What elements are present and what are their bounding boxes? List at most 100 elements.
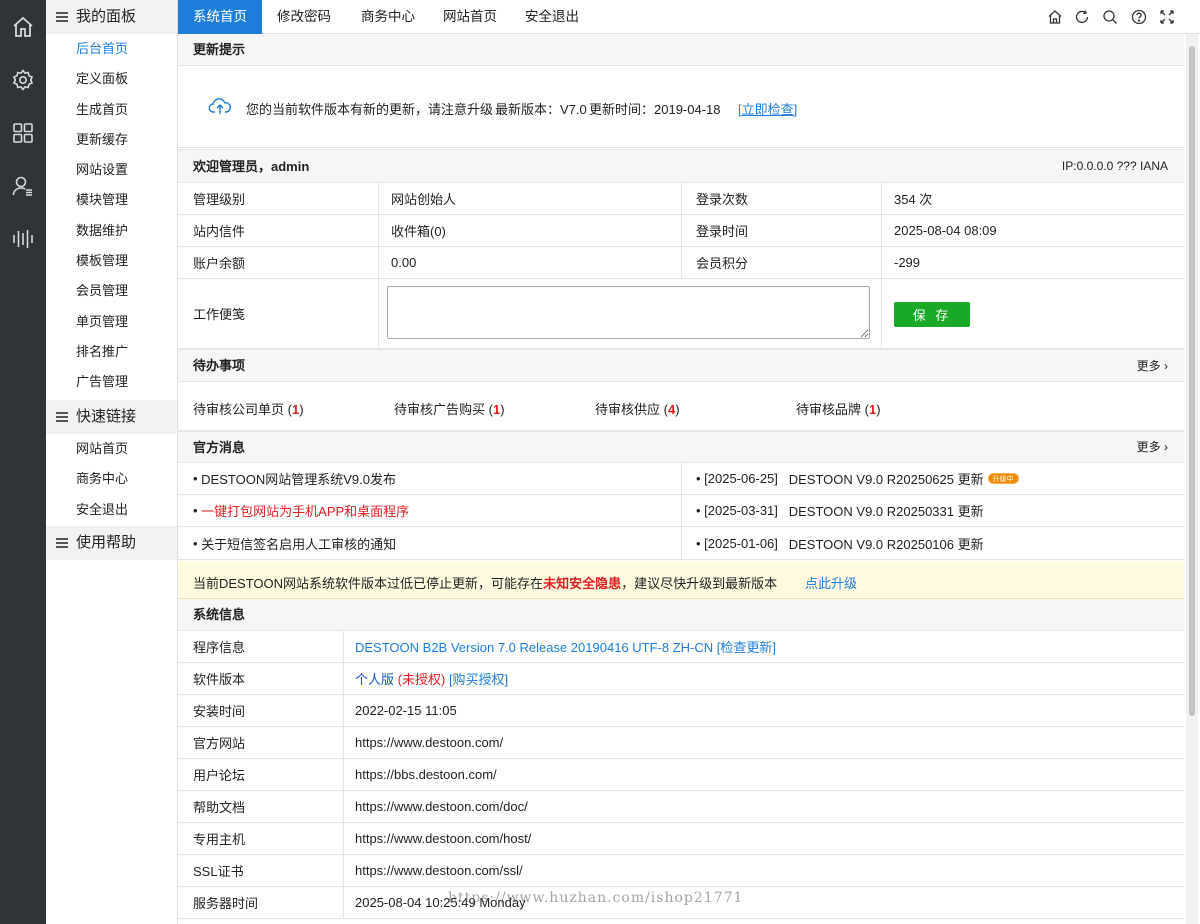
menu-group-help[interactable]: 使用帮助 xyxy=(46,526,177,560)
todo-title: 待办事项 xyxy=(193,358,246,373)
menu-item-logout[interactable]: 安全退出 xyxy=(46,495,177,525)
cloud-upload-icon xyxy=(208,96,232,116)
sysinfo-label: SSL证书 xyxy=(193,864,244,879)
section-news: 官方消息 更多 › xyxy=(178,431,1184,463)
menu-item-business-center[interactable]: 商务中心 xyxy=(46,464,177,494)
section-todo: 待办事项 更多 › xyxy=(178,349,1184,382)
sysinfo-value: 2022-02-15 11:05 xyxy=(355,703,457,718)
help-icon[interactable] xyxy=(1131,9,1147,25)
scrollbar-thumb[interactable] xyxy=(1189,46,1195,716)
table-row: 帮助文档 https://www.destoon.com/doc/ xyxy=(178,791,1184,823)
list-icon xyxy=(56,12,68,22)
todo-count: 1 xyxy=(492,402,501,417)
ssl-link[interactable]: https://www.destoon.com/ssl/ xyxy=(340,855,1180,886)
save-button[interactable]: 保 存 xyxy=(894,302,970,327)
table-row: 专用主机 https://www.destoon.com/host/ xyxy=(178,823,1184,855)
inbox-link[interactable]: 收件箱(0) xyxy=(376,215,676,246)
todo-item[interactable]: 待审核公司单页 (1) xyxy=(193,399,304,418)
menu-item-ad-manage[interactable]: 广告管理 xyxy=(46,367,177,397)
menu-item-ranking-promo[interactable]: 排名推广 xyxy=(46,337,177,367)
todo-item[interactable]: 待审核品牌 (1) xyxy=(796,399,881,418)
todo-label: 待审核公司单页 xyxy=(193,402,285,417)
update-message: 您的当前软件版本有新的更新，请注意升级 xyxy=(246,102,494,117)
todo-more-link[interactable]: 更多 › xyxy=(1137,350,1168,382)
news-item[interactable]: • DESTOON网站管理系统V9.0发布 xyxy=(178,463,678,494)
warning-text: 当前DESTOON网站系统软件版本过低已停止更新，可能存在未知安全隐患，建议尽快… xyxy=(193,573,777,592)
menu-item-data-maintenance[interactable]: 数据维护 xyxy=(46,216,177,246)
warning-after: ，建议尽快升级到最新版本 xyxy=(621,576,778,591)
buy-license-link[interactable]: [购买授权] xyxy=(449,669,508,688)
menu-item-page-manage[interactable]: 单页管理 xyxy=(46,307,177,337)
gear-icon[interactable] xyxy=(11,68,35,92)
forum-link[interactable]: https://bbs.destoon.com/ xyxy=(340,759,1180,790)
todo-list: 待审核公司单页 (1) 待审核广告购买 (1) 待审核供应 (4) 待审核品牌 … xyxy=(178,382,1184,431)
menu-item-custom-panel[interactable]: 定义面板 xyxy=(46,64,177,94)
search-icon[interactable] xyxy=(1102,9,1118,25)
menu-item-template-manage[interactable]: 模板管理 xyxy=(46,246,177,276)
news-item[interactable]: • 一键打包网站为手机APP和桌面程序 xyxy=(178,495,678,526)
program-info-link[interactable]: DESTOON B2B Version 7.0 Release 20190416… xyxy=(340,631,1180,662)
news-item[interactable]: • 关于短信签名启用人工审核的通知 xyxy=(178,527,678,559)
latest-version: 最新版本：V7.0 xyxy=(495,102,587,117)
tab-logout[interactable]: 安全退出 xyxy=(510,0,594,34)
home-icon[interactable] xyxy=(1047,9,1063,25)
menu-item-update-cache[interactable]: 更新缓存 xyxy=(46,125,177,155)
menu-group-my-panel[interactable]: 我的面板 xyxy=(46,0,177,34)
update-news-item[interactable]: • [2025-03-31] DESTOON V9.0 R20250331 更新 xyxy=(681,495,1181,526)
section-welcome: 欢迎管理员，admin IP:0.0.0.0 ??? IANA xyxy=(178,149,1184,183)
update-news-item[interactable]: • [2025-06-25] DESTOON V9.0 R20250625 更新… xyxy=(681,463,1181,494)
fullscreen-icon[interactable] xyxy=(1159,9,1175,25)
doc-link[interactable]: https://www.destoon.com/doc/ xyxy=(340,791,1180,822)
tab-business-center[interactable]: 商务中心 xyxy=(346,0,430,34)
news-more-link[interactable]: 更多 › xyxy=(1137,432,1168,463)
menu-item-generate-home[interactable]: 生成首页 xyxy=(46,95,177,125)
table-row: 程序信息 DESTOON B2B Version 7.0 Release 201… xyxy=(178,631,1184,663)
news-text: DESTOON V9.0 R20250106 更新 xyxy=(788,536,984,552)
info-label: 站内信件 xyxy=(193,224,246,239)
menu-item-site-settings[interactable]: 网站设置 xyxy=(46,155,177,185)
bars-icon[interactable] xyxy=(11,227,35,251)
sysinfo-title: 系统信息 xyxy=(193,607,246,622)
todo-count: 4 xyxy=(667,402,676,417)
menu-group-quick-links[interactable]: 快速链接 xyxy=(46,400,177,434)
news-date: [2025-01-06] xyxy=(704,535,778,551)
top-bar: 系统首页 修改密码 商务中心 网站首页 安全退出 xyxy=(178,0,1200,34)
check-now-link[interactable]: [立即检查] xyxy=(738,99,797,118)
table-row: • 一键打包网站为手机APP和桌面程序 • [2025-03-31] DESTO… xyxy=(178,495,1184,527)
todo-count: 1 xyxy=(868,402,877,417)
tab-system-home[interactable]: 系统首页 xyxy=(178,0,262,34)
side-menu: 我的面板 后台首页 定义面板 生成首页 更新缓存 网站设置 模块管理 数据维护 … xyxy=(46,0,178,924)
host-link[interactable]: https://www.destoon.com/host/ xyxy=(340,823,1180,854)
user-list-icon[interactable] xyxy=(11,174,35,198)
upgrade-warning: 当前DESTOON网站系统软件版本过低已停止更新，可能存在未知安全隐患，建议尽快… xyxy=(178,561,1184,599)
tab-site-home[interactable]: 网站首页 xyxy=(430,0,510,34)
official-site-link[interactable]: https://www.destoon.com/ xyxy=(340,727,1180,758)
list-icon xyxy=(56,412,68,422)
news-title: 官方消息 xyxy=(193,440,246,455)
upgrade-link[interactable]: 点此升级 xyxy=(805,573,857,592)
memo-label: 工作便笺 xyxy=(193,307,246,322)
menu-item-member-manage[interactable]: 会员管理 xyxy=(46,276,177,306)
info-value: -299 xyxy=(894,255,921,270)
tab-change-password[interactable]: 修改密码 xyxy=(262,0,346,34)
memo-textarea[interactable] xyxy=(387,286,870,339)
table-row: 账户余额 0.00 会员积分 -299 xyxy=(178,247,1184,279)
menu-item-site-home[interactable]: 网站首页 xyxy=(46,434,177,464)
update-news-item[interactable]: • [2025-01-06] DESTOON V9.0 R20250106 更新 xyxy=(681,527,1181,559)
scrollbar[interactable] xyxy=(1186,34,1198,924)
section-update: 更新提示 xyxy=(178,34,1184,66)
menu-item-module-manage[interactable]: 模块管理 xyxy=(46,185,177,215)
main-content: 更新提示 您的当前软件版本有新的更新，请注意升级 最新版本：V7.0 更新时间：… xyxy=(178,34,1184,924)
table-row: 软件版本 个人版 (未授权) [购买授权] xyxy=(178,663,1184,695)
info-label: 会员积分 xyxy=(696,256,749,271)
icon-rail xyxy=(0,0,46,924)
refresh-icon[interactable] xyxy=(1074,9,1090,25)
grid-icon[interactable] xyxy=(11,121,35,145)
menu-item-admin-home[interactable]: 后台首页 xyxy=(46,34,177,64)
menu-group-label: 使用帮助 xyxy=(76,534,137,551)
table-row: 安装时间 2022-02-15 11:05 xyxy=(178,695,1184,727)
todo-item[interactable]: 待审核供应 (4) xyxy=(595,399,680,418)
todo-item[interactable]: 待审核广告购买 (1) xyxy=(394,399,505,418)
table-row: 站内信件 收件箱(0) 登录时间 2025-08-04 08:09 xyxy=(178,215,1184,247)
home-icon[interactable] xyxy=(11,15,35,39)
